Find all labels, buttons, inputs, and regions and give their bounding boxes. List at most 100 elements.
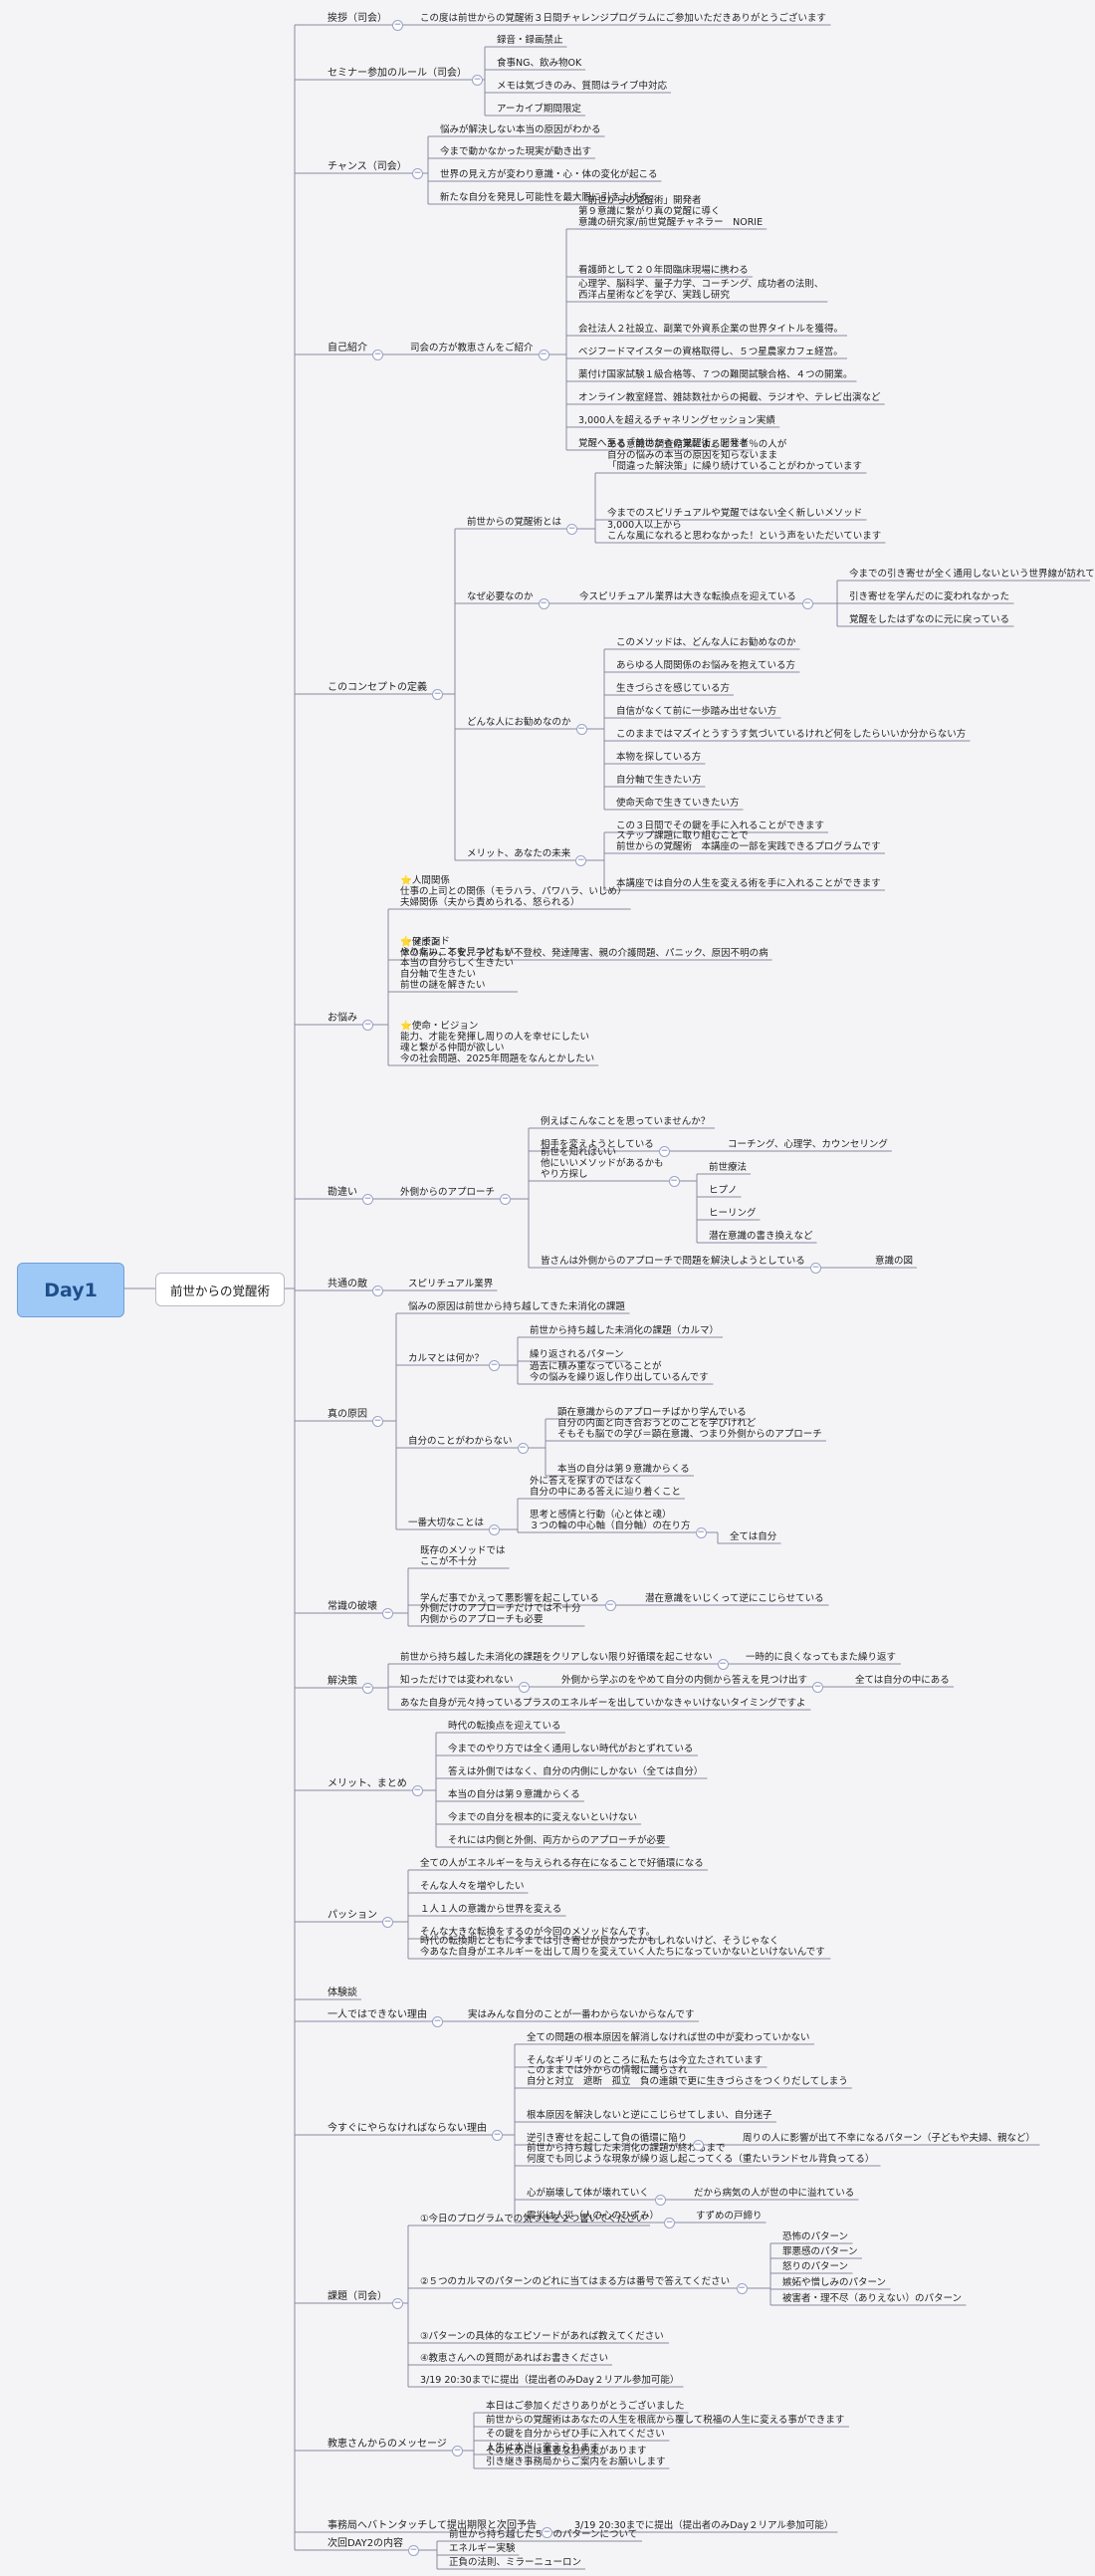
map-node-j1[interactable]: 常識の破壊 — [326, 1601, 379, 1612]
map-node-q1[interactable]: 課題（司会） — [326, 2291, 389, 2302]
map-node-i2[interactable]: 悩みの原因は前世から持ち越してきた未消化の課題 — [406, 1301, 627, 1312]
map-node-m1[interactable]: パッション — [326, 1910, 379, 1921]
map-node-e16[interactable]: このままではマズイとうすうす気づいているけれど何をしたらいいか分からない方 — [614, 729, 968, 740]
map-node-l1[interactable]: メリット、まとめ — [326, 1778, 409, 1789]
map-node-k3[interactable]: 一時的に良くなってもまた繰り返す — [744, 1652, 898, 1663]
map-node-q3[interactable]: ②５つのカルマのパターンのどれに当てはまる方は番号で答えてください — [418, 2276, 732, 2287]
map-node-l3[interactable]: 今までのやり方では全く通用しない時代がおとずれている — [446, 1744, 695, 1755]
map-node-k5[interactable]: 外側から学ぶのをやめて自分の内側から答えを見つけ出す — [559, 1675, 809, 1686]
collapse-toggle-icon[interactable]: − — [489, 1524, 500, 1535]
map-node-e5[interactable]: 3,000人以上から こんな風になれると思わなかった！という声をいただいています — [605, 520, 883, 542]
map-node-g3[interactable]: 例えばこんなことを思っていませんか？ — [539, 1116, 712, 1127]
map-node-i5[interactable]: 繰り返されるパターン — [528, 1349, 626, 1360]
collapse-toggle-icon[interactable]: − — [566, 524, 577, 535]
collapse-toggle-icon[interactable]: − — [538, 598, 549, 609]
map-node-r4[interactable]: その鍵を自分からぜひ手に入れてください — [484, 2429, 667, 2440]
map-node-q11[interactable]: 3/19 20:30までに提出（提出者のみDay２リアル参加可能） — [418, 2375, 681, 2386]
map-node-m4[interactable]: １人１人の意識から世界を変える — [418, 1904, 563, 1915]
map-node-t4[interactable]: 正負の法則、ミラーニューロン — [447, 2557, 583, 2568]
map-node-i7[interactable]: 自分のことがわからない — [406, 1436, 515, 1447]
map-node-q10[interactable]: ④教恵さんへの質問があればお書きください — [418, 2353, 610, 2364]
map-node-h2[interactable]: スピリチュアル業界 — [406, 1279, 495, 1289]
map-node-d1[interactable]: 自己紹介 — [326, 343, 369, 353]
map-node-d4[interactable]: 看護師として２０年間臨床現場に携わる — [576, 265, 751, 276]
map-node-p4[interactable]: このままでは外からの情報に踊らされ 自分と対立 遮断 孤立 負の連鎖で更に生きづ… — [525, 2065, 850, 2087]
map-node-i9[interactable]: 自分の内面と向き合おうとのことを学びけれど そもそも脳での学び＝顕在意識、つまり… — [555, 1418, 824, 1440]
map-node-q4[interactable]: 恐怖のパターン — [780, 2231, 850, 2242]
map-node-m2[interactable]: 全ての人がエネルギーを与えられる存在になることで好循環になる — [418, 1858, 706, 1869]
map-node-k7[interactable]: あなた自身が元々持っているプラスのエネルギーを出していかなきゃいけないタイミング… — [398, 1698, 808, 1709]
map-node-e20[interactable]: メリット、あなたの未来 — [465, 848, 572, 859]
map-node-i13[interactable]: 思考と感情と行動（心と体と魂） ３つの輪の中心軸（自分軸）の在り方 — [528, 1510, 693, 1531]
map-node-p1[interactable]: 今すぐにやらなければならない理由 — [326, 2123, 489, 2134]
map-node-d8[interactable]: 薬付け国家試験１級合格等、７つの難関試験合格、４つの開業。 — [576, 369, 855, 380]
collapse-toggle-icon[interactable]: − — [810, 1263, 821, 1274]
map-node-e2[interactable]: 前世からの覚醒術とは — [465, 517, 563, 528]
main-topic-node[interactable]: 前世からの覚醒術 — [155, 1273, 285, 1306]
map-node-g8[interactable]: ヒプノ — [707, 1185, 740, 1196]
map-node-i11[interactable]: 一番大切なことは — [406, 1518, 486, 1528]
map-node-c4[interactable]: 世界の見え方が変わり意識・心・体の変化が起こる — [438, 169, 660, 180]
map-node-i14[interactable]: 全ては自分 — [728, 1531, 778, 1542]
map-node-c2[interactable]: 悩みが解決しない本当の原因がわかる — [438, 124, 603, 135]
map-node-k4[interactable]: 知っただけでは変われない — [398, 1675, 516, 1686]
collapse-toggle-icon[interactable]: − — [361, 1020, 373, 1031]
map-node-k1[interactable]: 解決策 — [326, 1676, 359, 1687]
map-node-e11[interactable]: どんな人にお勧めなのか — [465, 717, 573, 728]
map-node-e9[interactable]: 引き寄せを学んだのに変われなかった — [847, 591, 1011, 602]
collapse-toggle-icon[interactable]: − — [381, 1608, 393, 1619]
map-node-b3[interactable]: 食事NG、飲み物OK — [495, 58, 583, 69]
map-node-e19[interactable]: 使命天命で生きていきたい方 — [614, 798, 742, 809]
map-node-f5[interactable]: ⭐使命・ビジョン 能力、才能を発揮し周りの人を幸せにしたい 魂と繋がる仲間が欲し… — [398, 1021, 596, 1064]
collapse-toggle-icon[interactable]: − — [491, 2130, 503, 2141]
collapse-toggle-icon[interactable]: − — [431, 2016, 443, 2027]
map-node-o2[interactable]: 実はみんな自分のことが一番わからないからなんです — [466, 2009, 697, 2020]
map-node-d10[interactable]: 3,000人を超えるチャネリングセッション実績 — [576, 415, 777, 426]
map-node-r2[interactable]: 本日はご参加くださりありがとうございました — [484, 2401, 687, 2412]
map-node-f4[interactable]: ⭐マインド やりたいことを見つけたい 本当の自分らしく生きたい 自分軸で生きたい… — [398, 936, 516, 991]
collapse-toggle-icon[interactable]: − — [695, 1527, 707, 1538]
map-node-c1[interactable]: チャンス（司会） — [326, 161, 409, 172]
map-node-e3[interactable]: ある意識の調査結果によると８７％の人が 自分の悩みの本当の原因を知らないまま 「… — [605, 439, 864, 472]
map-node-q5[interactable]: 罪悪感のパターン — [780, 2246, 860, 2257]
map-node-r3[interactable]: 前世からの覚醒術はあなたの人生を根底から覆して税福の人生に変える事ができます — [484, 2415, 846, 2426]
map-node-q9[interactable]: ③パターンの具体的なエピソードがあれば教えてください — [418, 2331, 666, 2342]
map-node-d5[interactable]: 心理学、脳科学、量子力学、コーチング、成功者の法則、 西洋占星術などを学び、実践… — [576, 279, 825, 301]
map-node-h1[interactable]: 共通の敵 — [326, 1279, 369, 1289]
collapse-toggle-icon[interactable]: − — [489, 1360, 500, 1371]
map-node-e8[interactable]: 今までの引き寄せが全く通用しないという世界線が訪れている — [847, 569, 1095, 580]
map-node-f1[interactable]: お悩み — [326, 1013, 359, 1024]
collapse-toggle-icon[interactable]: − — [451, 2446, 463, 2457]
map-node-l6[interactable]: 今までの自分を根本的に変えないといけない — [446, 1812, 639, 1823]
map-node-p10[interactable]: だから病気の人が世の中に溢れている — [692, 2188, 856, 2199]
map-node-g5[interactable]: コーチング、心理学、カウンセリング — [726, 1139, 890, 1150]
map-node-i6[interactable]: 過去に積み重なっていることが 今の悩みを繰り返し作り出しているんです — [528, 1361, 711, 1383]
map-node-e23[interactable]: 本講座では自分の人生を変える術を手に入れることができます — [614, 878, 883, 889]
map-node-i10[interactable]: 本当の自分は第９意識からくる — [555, 1464, 692, 1475]
map-node-q2[interactable]: ①今日のプログラムでの気づきを２つ書いてください — [418, 2214, 647, 2225]
map-node-d3[interactable]: 「前世からの覚醒術」開発者 第９意識に繋がり真の覚醒に導く 意識の研究家/前世覚… — [576, 195, 765, 228]
collapse-toggle-icon[interactable]: − — [361, 1194, 373, 1205]
map-node-e6[interactable]: なぜ必要なのか — [465, 591, 536, 602]
map-node-t3[interactable]: エネルギー実験 — [447, 2543, 518, 2554]
collapse-toggle-icon[interactable]: − — [431, 689, 443, 700]
collapse-toggle-icon[interactable]: − — [381, 1917, 393, 1928]
collapse-toggle-icon[interactable]: − — [575, 724, 587, 735]
map-node-g10[interactable]: 潜在意識の書き換えなど — [707, 1231, 815, 1242]
collapse-toggle-icon[interactable]: − — [801, 598, 813, 609]
collapse-toggle-icon[interactable]: − — [371, 350, 383, 360]
map-node-e4[interactable]: 今までのスピリチュアルや覚醒ではない全く新しいメソッド — [605, 508, 864, 519]
map-node-n1[interactable]: 体験談 — [326, 1988, 359, 1998]
map-node-p9[interactable]: 心が崩壊して体が壊れていく — [525, 2188, 651, 2199]
collapse-toggle-icon[interactable]: − — [519, 1682, 530, 1693]
map-node-j5[interactable]: 外側だけのアプローチだけでは不十分 内側からのアプローチも必要 — [418, 1603, 583, 1625]
map-node-b4[interactable]: メモは気づきのみ、質問はライブ中対応 — [495, 81, 669, 92]
map-node-o1[interactable]: 一人ではできない理由 — [326, 2009, 429, 2020]
collapse-toggle-icon[interactable]: − — [517, 1443, 529, 1454]
collapse-toggle-icon[interactable]: − — [411, 1785, 423, 1796]
map-node-g1[interactable]: 勘違い — [326, 1187, 359, 1198]
map-node-r1[interactable]: 教恵さんからのメッセージ — [326, 2439, 449, 2450]
map-node-e17[interactable]: 本物を探している方 — [614, 752, 703, 763]
map-node-i1[interactable]: 真の原因 — [326, 1409, 369, 1420]
map-node-c3[interactable]: 今まで動かなかった現実が動き出す — [438, 146, 593, 157]
